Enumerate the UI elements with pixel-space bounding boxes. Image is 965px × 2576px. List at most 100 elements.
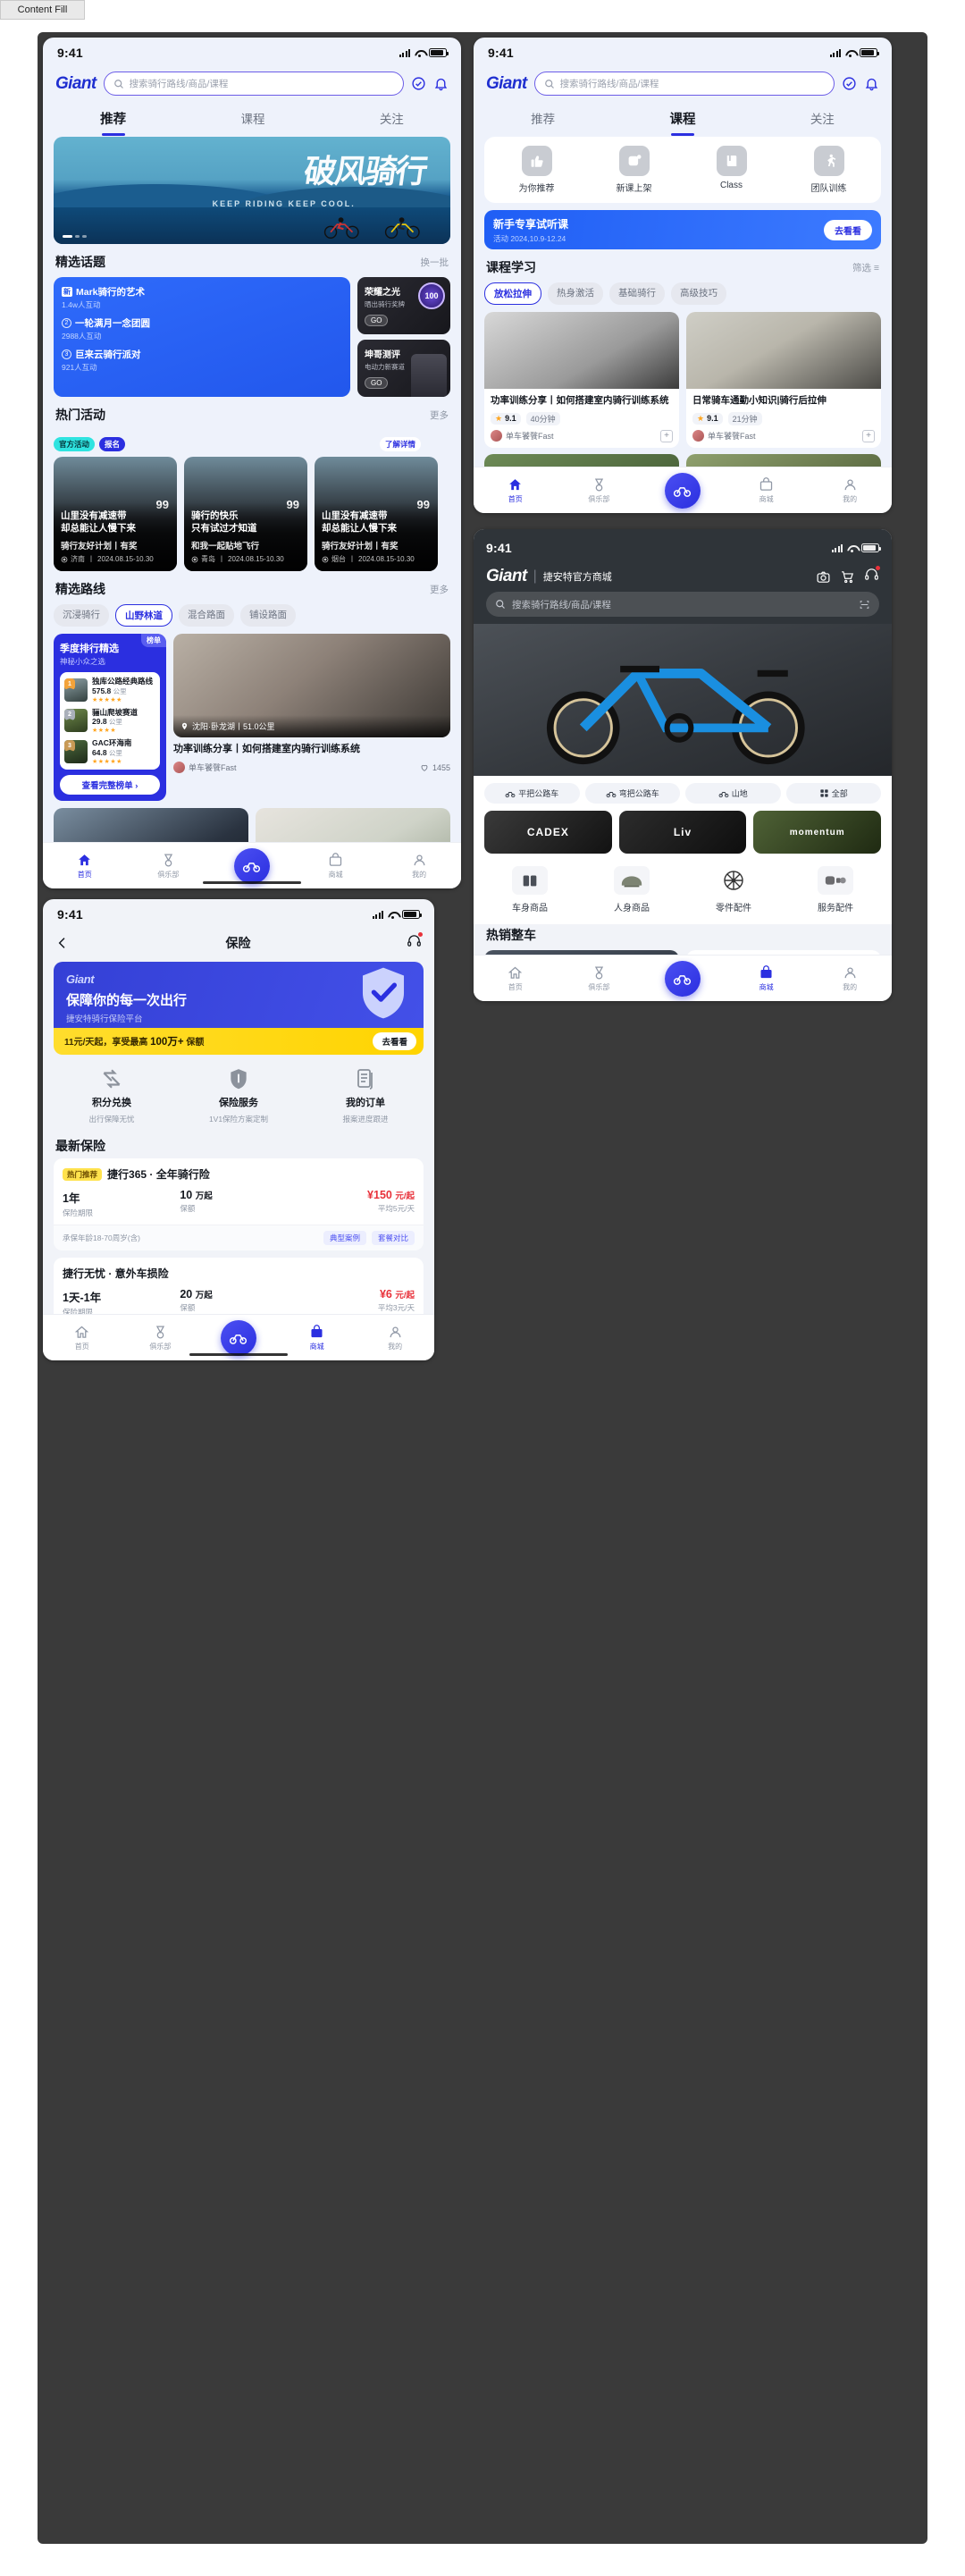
- quick-new-course[interactable]: 新课上架: [608, 146, 660, 194]
- brand-cadex[interactable]: CADEX: [484, 811, 612, 854]
- activity-card[interactable]: 99 山里没有减速带 却总能让人慢下来 骑行友好计划丨有奖 济南丨2024.08…: [54, 457, 177, 571]
- typical-case-button[interactable]: 典型案例: [323, 1231, 366, 1245]
- topic-card-review[interactable]: 坤哥测评 电动力新赛道 GO: [357, 340, 450, 397]
- heart-icon[interactable]: [420, 763, 429, 772]
- search-input[interactable]: 搜索骑行路线/商品/课程: [533, 72, 835, 96]
- nav-shop[interactable]: 商城: [747, 476, 786, 504]
- quick-insurance-service[interactable]: 保险服务 1V1保险方案定制: [199, 1067, 278, 1124]
- cat-service-parts[interactable]: 服务配件: [808, 866, 863, 913]
- pill-details[interactable]: 了解详情: [379, 437, 421, 451]
- activities-carousel[interactable]: 99 山里没有减速带 却总能让人慢下来 骑行友好计划丨有奖 济南丨2024.08…: [43, 457, 461, 571]
- nav-club[interactable]: 俱乐部: [140, 1325, 180, 1351]
- tab-recommend[interactable]: 推荐: [529, 105, 557, 130]
- nav-shop[interactable]: 商城: [747, 964, 786, 992]
- quick-points-exchange[interactable]: 积分兑换 出行保障无忧: [72, 1067, 151, 1124]
- insurance-banner[interactable]: Giant 保障你的每一次出行 捷安特骑行保险平台: [54, 962, 424, 1028]
- view-full-ranking-button[interactable]: 查看完整榜单 ›: [60, 774, 160, 795]
- route-ranking-card[interactable]: 榜单 季度排行精选 神秘小众之选 1 独库公路经典路线 575.8 公里 ★★★…: [54, 634, 166, 801]
- mchip-mountain[interactable]: 山地: [685, 783, 781, 804]
- cat-person-goods[interactable]: 人身商品: [604, 866, 659, 913]
- mall-hero-image[interactable]: [474, 624, 892, 776]
- course-card[interactable]: 功率训练分享丨如何搭建室内骑行训练系统 ★ 9.1 40分钟 单车饕餮Fast +: [484, 312, 679, 448]
- pill-official[interactable]: 官方活动: [54, 437, 96, 451]
- brand-momentum[interactable]: momentum: [753, 811, 882, 854]
- search-input[interactable]: 搜索骑行路线/商品/课程: [103, 72, 404, 96]
- topic-card-honor[interactable]: 100 荣耀之光 晒出骑行奖牌 GO: [357, 277, 450, 334]
- hero-pagination[interactable]: [63, 235, 87, 238]
- add-course-button[interactable]: +: [862, 429, 875, 442]
- insurance-item-card[interactable]: 热门推荐 捷行365 · 全年骑行险 1年 保险期限 10 万起 保额 ¥150…: [54, 1158, 424, 1250]
- nav-shop[interactable]: 商城: [316, 852, 356, 880]
- brand-liv[interactable]: Liv: [618, 811, 747, 854]
- insurance-offer-bar[interactable]: 11元/天起，享受最高 100万+ 保额 去看看: [54, 1028, 424, 1055]
- course-card[interactable]: 日常骑车通勤小知识|骑行后拉伸 ★ 9.1 21分钟 单车饕餮Fast +: [686, 312, 881, 448]
- topic-card-cta[interactable]: GO: [365, 377, 389, 389]
- promo-cta-button[interactable]: 去看看: [824, 219, 872, 240]
- course-filter-button[interactable]: 筛选 ≡: [852, 261, 879, 274]
- check-circle-icon[interactable]: [411, 76, 426, 91]
- nav-mine[interactable]: 我的: [375, 1325, 415, 1351]
- routes-more[interactable]: 更多: [430, 583, 449, 596]
- cart-icon[interactable]: [840, 569, 855, 585]
- mchip-all[interactable]: 全部: [785, 783, 881, 804]
- nav-club[interactable]: 俱乐部: [579, 477, 618, 504]
- quick-team-training[interactable]: 团队训练: [803, 146, 855, 194]
- scan-icon[interactable]: [859, 599, 870, 610]
- nav-shop[interactable]: 商城: [298, 1324, 337, 1351]
- camera-icon[interactable]: [816, 569, 831, 585]
- tab-follow[interactable]: 关注: [809, 105, 836, 130]
- nav-club[interactable]: 俱乐部: [579, 965, 618, 992]
- nav-home[interactable]: 首页: [496, 965, 535, 992]
- bike-fab-icon[interactable]: [233, 847, 270, 884]
- route-photo[interactable]: 沈阳·卧龙湖丨51.0公里: [173, 634, 450, 737]
- tab-recommend[interactable]: 推荐: [98, 105, 128, 131]
- nav-mine[interactable]: 我的: [830, 477, 869, 504]
- hero-banner[interactable]: 破风骑行 KEEP RIDING KEEP COOL.: [54, 137, 450, 244]
- cat-bike-goods[interactable]: 车身商品: [502, 866, 558, 913]
- course-promo-banner[interactable]: 新手专享试听课 活动 2024,10.9-12.24 去看看: [484, 210, 881, 249]
- pill-signup[interactable]: 报名: [99, 437, 126, 451]
- chip-paved[interactable]: 铺设路面: [240, 604, 296, 627]
- mall-search-input[interactable]: 搜索骑行路线/商品/课程: [486, 592, 879, 617]
- tab-course[interactable]: 课程: [667, 105, 697, 131]
- tab-follow[interactable]: 关注: [378, 105, 406, 130]
- nav-home[interactable]: 首页: [63, 1325, 102, 1351]
- nav-club[interactable]: 俱乐部: [148, 853, 188, 880]
- nav-mine[interactable]: 我的: [399, 853, 439, 880]
- activities-more[interactable]: 更多: [430, 408, 449, 422]
- chip-advanced[interactable]: 高级技巧: [671, 282, 726, 305]
- chip-warmup[interactable]: 热身激活: [548, 282, 603, 305]
- check-circle-icon[interactable]: [842, 76, 857, 91]
- topic-card-cta[interactable]: GO: [365, 315, 389, 326]
- mall-subtitle: 捷安特官方商城: [542, 572, 612, 583]
- new-course-icon: [618, 146, 650, 176]
- quick-recommend[interactable]: 为你推荐: [511, 146, 563, 194]
- quick-my-orders[interactable]: 我的订单 报案进度跟进: [326, 1067, 405, 1124]
- nav-mine[interactable]: 我的: [830, 965, 869, 992]
- chip-mixed[interactable]: 混合路面: [179, 604, 234, 627]
- nav-home[interactable]: 首页: [65, 853, 105, 880]
- cat-parts[interactable]: 零件配件: [706, 866, 761, 913]
- offer-cta-button[interactable]: 去看看: [373, 1032, 416, 1050]
- chip-immersive[interactable]: 沉浸骑行: [54, 604, 109, 627]
- quick-class[interactable]: Class: [706, 146, 758, 194]
- nav-home[interactable]: 首页: [496, 477, 535, 504]
- activity-card[interactable]: 99 骑行的快乐 只有试过才知道 和我一起贴地飞行 青岛丨2024.08.15-…: [184, 457, 307, 571]
- bell-icon[interactable]: [433, 76, 449, 91]
- add-course-button[interactable]: +: [660, 429, 673, 442]
- chip-basic[interactable]: 基础骑行: [609, 282, 665, 305]
- bike-fab-icon[interactable]: [664, 472, 701, 509]
- topics-refresh[interactable]: 换一批: [421, 256, 449, 269]
- activity-card[interactable]: 99 山里没有减速带 却总能让人慢下来 骑行友好计划丨有奖 烟台丨2024.08…: [315, 457, 438, 571]
- tab-course[interactable]: 课程: [239, 105, 266, 130]
- back-icon[interactable]: [55, 936, 70, 950]
- mchip-dropbar[interactable]: 弯把公路车: [584, 783, 680, 804]
- compare-plans-button[interactable]: 套餐对比: [371, 1231, 415, 1245]
- chip-stretch[interactable]: 放松拉伸: [484, 282, 541, 305]
- bell-icon[interactable]: [864, 76, 879, 91]
- bike-fab-icon[interactable]: [220, 1319, 256, 1356]
- chip-trail[interactable]: 山野林道: [115, 604, 172, 627]
- bike-fab-icon[interactable]: [664, 960, 701, 997]
- mchip-flatbar[interactable]: 平把公路车: [484, 783, 580, 804]
- topic-list[interactable]: 新 Mark骑行的艺术 1.4w人互动 2 一轮满月一念团圆 2988人互动 3…: [54, 277, 350, 397]
